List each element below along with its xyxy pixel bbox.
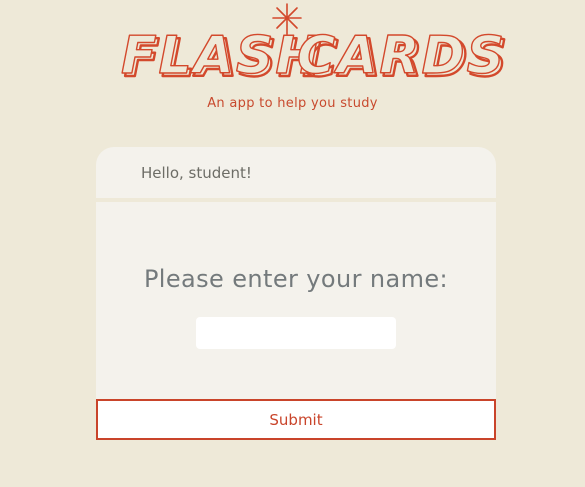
logo-text-right: CARDS <box>297 26 506 86</box>
greeting-text: Hello, student! <box>141 163 252 182</box>
logo-text-left: FLASH <box>121 26 321 86</box>
card-header: Hello, student! <box>96 147 496 202</box>
logo-graphic: FLASH CARDS FLASH CARDS <box>120 3 508 90</box>
name-prompt: Please enter your name: <box>143 265 449 293</box>
app-tagline: An app to help you study <box>207 96 378 111</box>
submit-button[interactable]: Submit <box>96 399 496 440</box>
name-input[interactable] <box>196 317 396 349</box>
app-logo: FLASH CARDS FLASH CARDS <box>118 3 508 90</box>
name-card: Hello, student! Please enter your name: <box>96 147 496 399</box>
